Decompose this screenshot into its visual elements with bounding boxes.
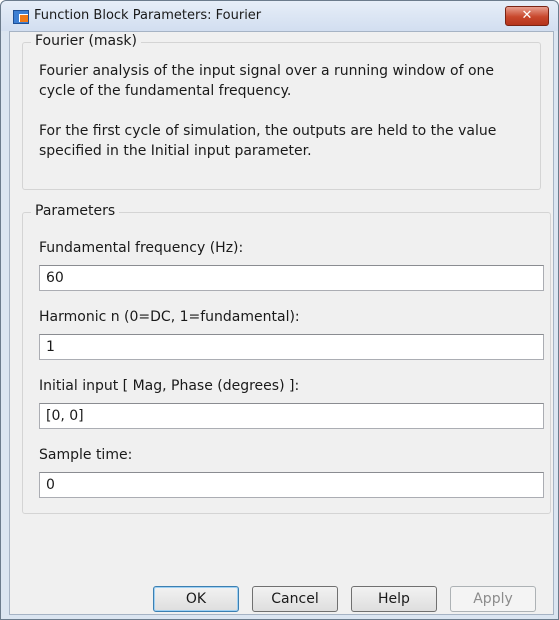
window-title: Function Block Parameters: Fourier <box>34 8 262 23</box>
title-bar[interactable]: Function Block Parameters: Fourier ✕ <box>1 1 558 31</box>
simulink-block-icon <box>13 10 29 24</box>
fundamental-frequency-input[interactable] <box>39 265 544 291</box>
mask-legend: Fourier (mask) <box>31 33 141 49</box>
apply-button[interactable]: Apply <box>450 586 536 612</box>
close-icon: ✕ <box>521 8 533 23</box>
mask-description-1: Fourier analysis of the input signal ove… <box>39 63 495 99</box>
mask-group: Fourier (mask) Fourier analysis of the i… <box>22 33 541 190</box>
mask-description-2: For the first cycle of simulation, the o… <box>39 123 497 159</box>
close-button[interactable]: ✕ <box>505 6 549 26</box>
harmonic-label: Harmonic n (0=DC, 1=fundamental): <box>39 309 300 325</box>
initial-input-label: Initial input [ Mag, Phase (degrees) ]: <box>39 378 300 394</box>
harmonic-input[interactable] <box>39 334 544 360</box>
ok-button[interactable]: OK <box>153 586 239 612</box>
dialog-body: Fourier (mask) Fourier analysis of the i… <box>9 31 554 615</box>
fundamental-frequency-label: Fundamental frequency (Hz): <box>39 240 244 256</box>
sample-time-label: Sample time: <box>39 447 133 463</box>
help-button[interactable]: Help <box>351 586 437 612</box>
dialog-window: Function Block Parameters: Fourier ✕ Fou… <box>0 0 559 620</box>
parameters-group: Parameters Fundamental frequency (Hz): H… <box>22 203 551 514</box>
cancel-button[interactable]: Cancel <box>252 586 338 612</box>
sample-time-input[interactable] <box>39 472 544 498</box>
initial-input-field[interactable] <box>39 403 544 429</box>
parameters-legend: Parameters <box>31 203 120 219</box>
